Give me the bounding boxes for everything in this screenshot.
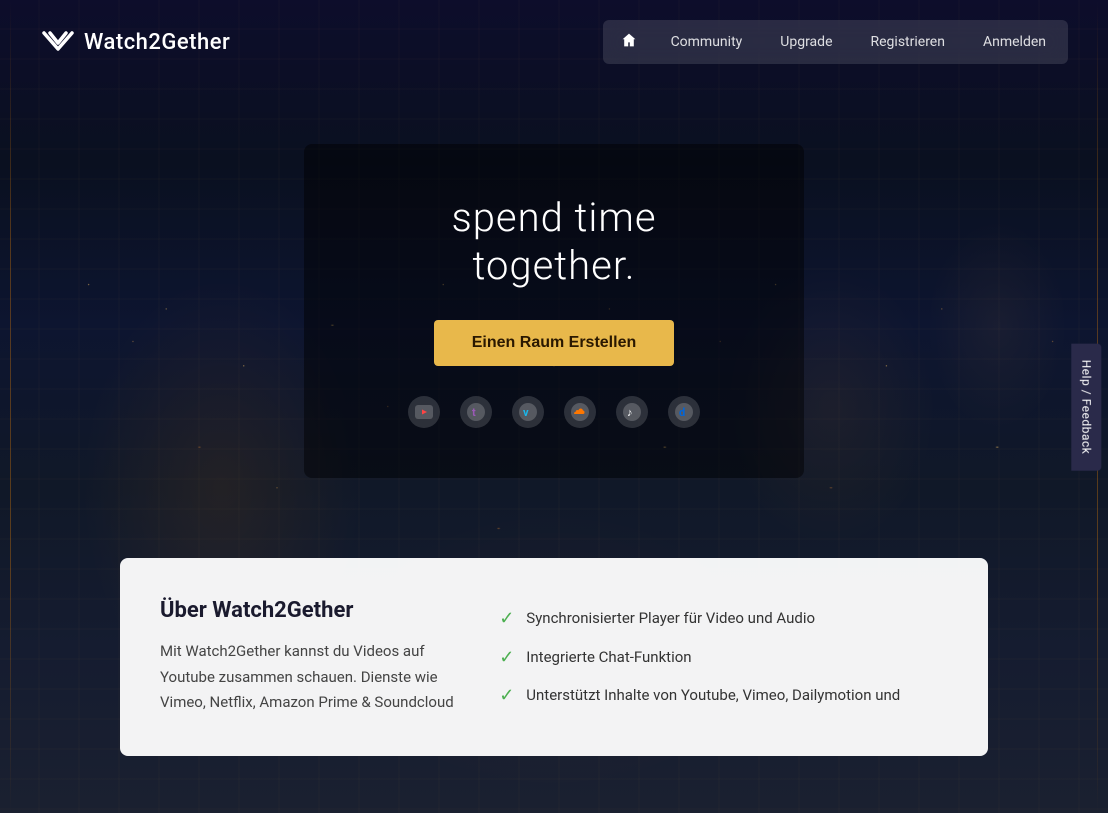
youtube-icon[interactable] [408, 396, 440, 428]
feature-item-3: ✓ Unterstützt Inhalte von Youtube, Vimeo… [499, 684, 948, 707]
info-right: ✓ Synchronisierter Player für Video und … [499, 598, 948, 716]
soundcloud-icon[interactable] [564, 396, 596, 428]
nav-registrieren[interactable]: Registrieren [853, 26, 963, 58]
tiktok-icon[interactable]: ♪ [616, 396, 648, 428]
nav-upgrade[interactable]: Upgrade [762, 26, 850, 58]
logo[interactable]: Watch2Gether [40, 29, 230, 55]
home-icon [621, 32, 637, 48]
feedback-tab[interactable]: Help / Feedback [1072, 343, 1102, 470]
hero-section: spend time together. Einen Raum Erstelle… [0, 84, 1108, 518]
logo-icon [40, 29, 76, 55]
info-text: Mit Watch2Gether kannst du Videos auf Yo… [160, 639, 459, 716]
svg-text:d: d [679, 406, 685, 419]
feature-text-1: Synchronisierter Player für Video und Au… [526, 607, 815, 630]
nav-home[interactable] [607, 24, 651, 60]
feature-item-1: ✓ Synchronisierter Player für Video und … [499, 607, 948, 630]
svg-text:t: t [472, 406, 476, 419]
svg-text:v: v [523, 406, 529, 419]
info-title: Über Watch2Gether [160, 598, 459, 623]
service-icons: t v [384, 396, 724, 428]
feature-text-2: Integrierte Chat-Funktion [526, 646, 691, 669]
info-section: Über Watch2Gether Mit Watch2Gether kanns… [120, 558, 988, 756]
nav-anmelden[interactable]: Anmelden [965, 26, 1064, 58]
nav-links: Community Upgrade Registrieren Anmelden [603, 20, 1068, 64]
info-left: Über Watch2Gether Mit Watch2Gether kanns… [160, 598, 459, 716]
feature-item-2: ✓ Integrierte Chat-Funktion [499, 646, 948, 669]
hero-card: spend time together. Einen Raum Erstelle… [304, 144, 804, 478]
hero-title: spend time together. [384, 194, 724, 290]
svg-text:♪: ♪ [627, 406, 633, 419]
twitch-icon[interactable]: t [460, 396, 492, 428]
nav-community[interactable]: Community [653, 26, 761, 58]
create-room-button[interactable]: Einen Raum Erstellen [434, 320, 674, 366]
navbar: Watch2Gether Community Upgrade Registrie… [0, 0, 1108, 84]
check-icon-3: ✓ [499, 685, 514, 706]
check-icon-2: ✓ [499, 647, 514, 668]
hero-background: Watch2Gether Community Upgrade Registrie… [0, 0, 1108, 813]
vimeo-icon[interactable]: v [512, 396, 544, 428]
check-icon-1: ✓ [499, 608, 514, 629]
dailymotion-icon[interactable]: d [668, 396, 700, 428]
logo-text: Watch2Gether [84, 30, 230, 55]
feature-text-3: Unterstützt Inhalte von Youtube, Vimeo, … [526, 684, 900, 707]
